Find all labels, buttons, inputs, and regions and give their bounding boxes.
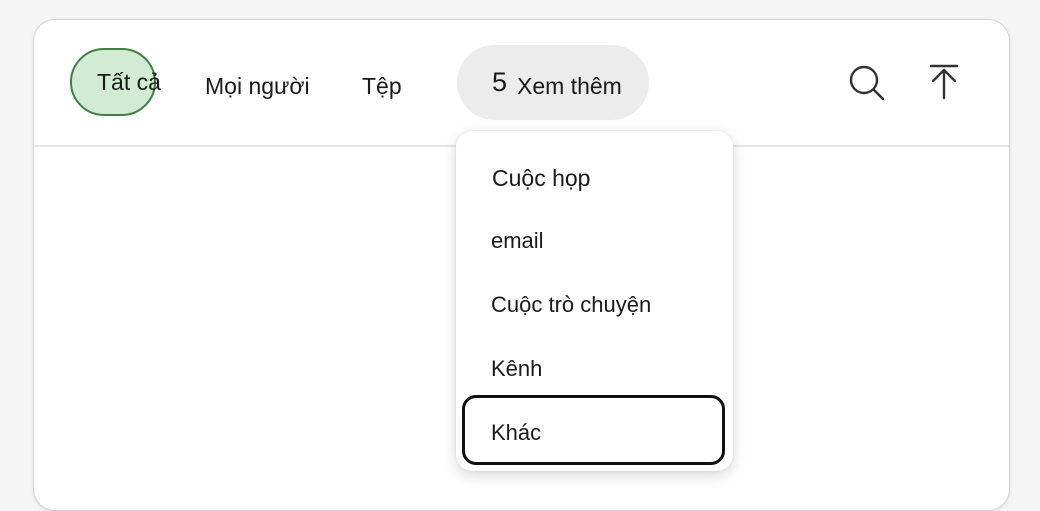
menu-item-meetings[interactable]: Cuộc họp xyxy=(462,146,725,210)
scroll-to-top-button[interactable] xyxy=(920,58,968,106)
menu-item-other[interactable]: Khác xyxy=(462,395,725,465)
tab-all[interactable]: Tất cả xyxy=(70,48,161,116)
menu-item-label: Cuộc trò chuyện xyxy=(491,292,652,317)
search-icon xyxy=(849,65,885,101)
menu-item-email[interactable]: email xyxy=(462,209,725,273)
menu-item-label: email xyxy=(491,228,544,253)
menu-item-label: Khác xyxy=(491,420,542,445)
see-more-menu: Cuộc họp email Cuộc trò chuyện Kênh Khác xyxy=(456,131,733,471)
menu-item-label: Cuộc họp xyxy=(492,165,591,191)
filter-tab-bar: Tất cả Mọi người Tệp 5 Xem thêm xyxy=(34,20,1009,147)
menu-item-label: Kênh xyxy=(491,356,543,381)
tab-people[interactable]: Mọi người xyxy=(205,71,310,101)
tab-see-more[interactable]: 5 Xem thêm xyxy=(457,45,649,120)
menu-item-channels[interactable]: Kênh xyxy=(462,337,725,401)
tab-all-label: Tất cả xyxy=(97,69,161,95)
search-button[interactable] xyxy=(842,58,890,106)
see-more-label: Xem thêm xyxy=(517,73,622,99)
tab-files[interactable]: Tệp xyxy=(362,71,402,101)
menu-item-chats[interactable]: Cuộc trò chuyện xyxy=(462,273,725,337)
arrow-up-to-line-icon xyxy=(929,64,959,100)
see-more-count: 5 xyxy=(492,67,508,97)
